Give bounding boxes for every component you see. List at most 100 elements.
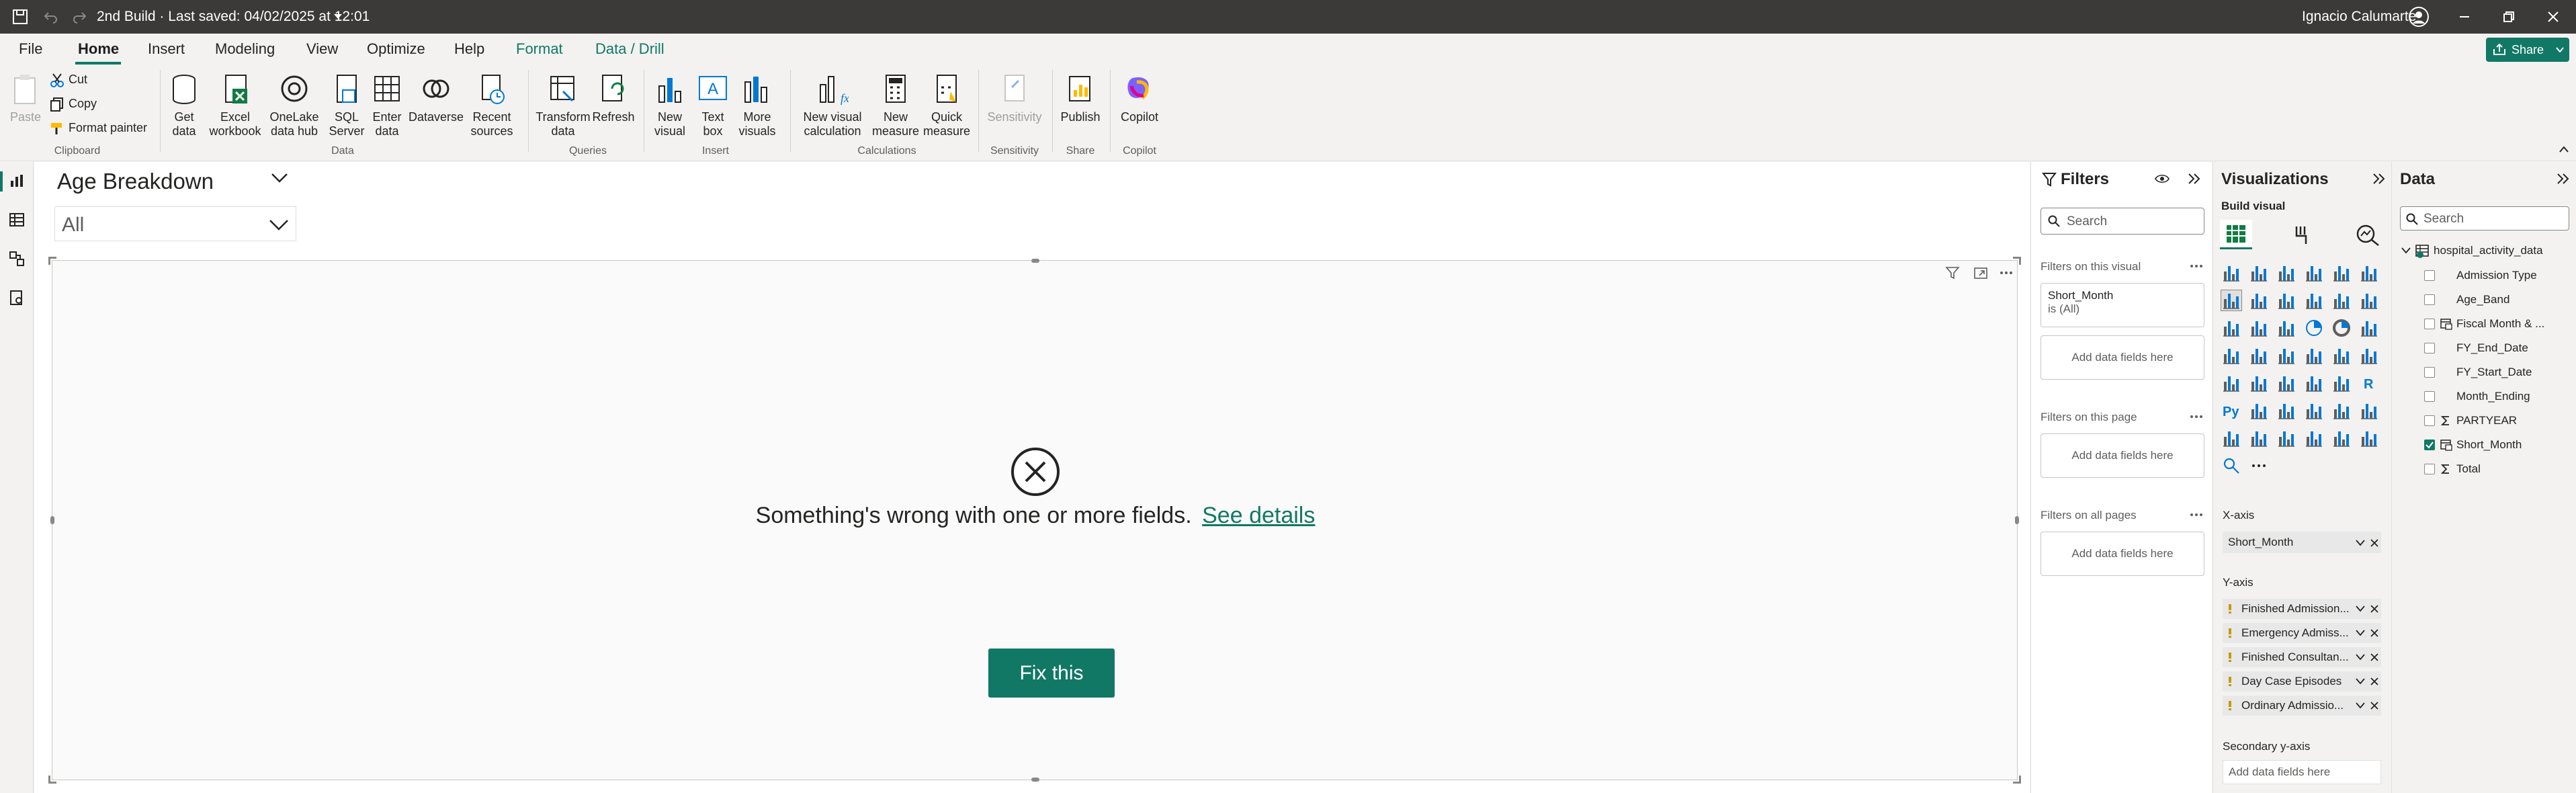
field-item[interactable]: FY_Start_Date	[2424, 364, 2572, 381]
sql-server-button[interactable]: SQL Server	[328, 73, 366, 138]
paste-button[interactable]: Paste	[5, 73, 46, 124]
arcgis-visual-icon[interactable]	[2304, 345, 2324, 366]
100-column-visual-icon[interactable]	[2359, 263, 2379, 283]
donut-visual-icon[interactable]	[2331, 318, 2352, 338]
copy-button[interactable]: Copy	[50, 97, 97, 112]
focus-mode-icon[interactable]	[1973, 265, 1989, 281]
python-visual-icon[interactable]: Py	[2221, 401, 2241, 421]
funnel-visual-icon[interactable]	[2249, 318, 2269, 338]
gauge-visual-icon[interactable]	[2331, 345, 2352, 366]
remove-field-icon[interactable]	[2370, 702, 2378, 710]
field-checkbox[interactable]	[2424, 343, 2435, 353]
field-checkbox[interactable]	[2424, 367, 2435, 378]
clustered-column-visual-icon[interactable]	[2304, 263, 2324, 283]
more-visual-icon[interactable]	[2249, 456, 2269, 476]
azure-map-visual-icon[interactable]	[2276, 345, 2296, 366]
minimize-icon[interactable]	[2458, 10, 2471, 24]
filter-card-short-month[interactable]: Short_Month is (All)	[2041, 283, 2204, 327]
redo-icon[interactable]	[71, 9, 87, 25]
line-stacked-column-visual-icon[interactable]	[2304, 290, 2324, 310]
line-visual-icon[interactable]	[2221, 290, 2242, 311]
stacked-area-visual-icon[interactable]	[2276, 290, 2296, 310]
chart-visual-container[interactable]: Something's wrong with one or more field…	[48, 257, 2021, 784]
chevron-down-icon[interactable]	[2356, 540, 2365, 546]
field-item[interactable]: FY_End_Date	[2424, 339, 2572, 357]
dataverse-button[interactable]: Dataverse	[407, 73, 465, 124]
fix-this-button[interactable]: Fix this	[988, 649, 1115, 698]
y-axis-field-well[interactable]: Finished Consultan...	[2223, 647, 2381, 667]
format-visual-icon[interactable]	[2290, 224, 2313, 247]
map-visual-icon[interactable]	[2221, 345, 2241, 366]
field-checkbox[interactable]	[2424, 319, 2435, 329]
pie-visual-icon[interactable]	[2304, 318, 2324, 338]
avatar-icon[interactable]	[2408, 6, 2430, 28]
resize-handle[interactable]	[1031, 778, 1039, 782]
restore-icon[interactable]	[2502, 10, 2516, 24]
more-visuals-button[interactable]: More visuals	[735, 73, 779, 138]
chevron-down-icon[interactable]	[2356, 654, 2365, 661]
field-checkbox[interactable]	[2424, 391, 2435, 402]
card-visual-icon[interactable]	[2359, 345, 2379, 366]
report-canvas[interactable]: Age Breakdown All Something's wrong with…	[34, 162, 2030, 793]
excel-workbook-button[interactable]: Excel workbook	[208, 73, 262, 138]
key-influencers-visual-icon[interactable]	[2249, 401, 2269, 421]
resize-handle[interactable]	[48, 776, 56, 784]
menu-view[interactable]: View	[306, 40, 338, 58]
undo-icon[interactable]	[43, 9, 59, 25]
filter-icon[interactable]	[1944, 265, 1961, 281]
add-fields-all-pages[interactable]: Add data fields here	[2041, 532, 2204, 576]
diamond-visual-icon[interactable]	[2331, 428, 2352, 448]
menu-data-drill[interactable]: Data / Drill	[595, 40, 664, 58]
model-view-icon[interactable]	[9, 251, 25, 267]
trophy-visual-icon[interactable]	[2304, 428, 2324, 448]
menu-file[interactable]: File	[19, 40, 42, 58]
document-title[interactable]: 2nd Build · Last saved: 04/02/2025 at 12…	[97, 9, 370, 25]
y-axis-field-well[interactable]: Finished Admission...	[2223, 599, 2381, 619]
field-item[interactable]: PARTYEAR	[2424, 412, 2572, 429]
save-icon[interactable]	[12, 9, 28, 25]
field-item[interactable]: Admission Type	[2424, 267, 2572, 284]
more-options-icon[interactable]	[1998, 265, 2014, 281]
remove-field-icon[interactable]	[2370, 539, 2378, 547]
collapse-ribbon-icon[interactable]	[2559, 145, 2569, 153]
sensitivity-button[interactable]: Sensitivity	[982, 73, 1047, 124]
clustered-bar-visual-icon[interactable]	[2276, 263, 2296, 283]
x-axis-field-well[interactable]: Short_Month	[2223, 532, 2381, 553]
field-checkbox[interactable]	[2424, 415, 2435, 426]
menu-optimize[interactable]: Optimize	[367, 40, 425, 58]
refresh-button[interactable]: Refresh	[590, 73, 637, 124]
power-automate-visual-icon[interactable]	[2249, 428, 2269, 448]
field-item[interactable]: Month_Ending	[2424, 388, 2572, 405]
field-checkbox[interactable]	[2424, 270, 2435, 281]
secondary-y-add-fields[interactable]: Add data fields here	[2223, 760, 2381, 784]
cut-button[interactable]: Cut	[50, 73, 87, 87]
ribbon-visual-icon[interactable]	[2359, 290, 2379, 310]
field-item[interactable]: Short_Month	[2424, 436, 2572, 454]
field-item[interactable]: Total	[2424, 460, 2572, 478]
remove-field-icon[interactable]	[2370, 677, 2378, 685]
slicer-dropdown[interactable]: All	[54, 206, 296, 241]
collapse-pane-icon[interactable]	[2556, 173, 2571, 185]
matrix-visual-icon[interactable]	[2331, 373, 2352, 393]
text-box-button[interactable]: A Text box	[692, 73, 734, 138]
metrics-visual-icon[interactable]	[2276, 428, 2296, 448]
analytics-icon[interactable]	[2356, 224, 2381, 247]
collapse-pane-icon[interactable]	[2372, 173, 2387, 185]
smart-narrative-visual-icon[interactable]	[2331, 401, 2352, 421]
chevron-down-icon[interactable]	[2356, 678, 2365, 685]
field-item[interactable]: Age_Band	[2424, 291, 2572, 308]
area-visual-icon[interactable]	[2249, 290, 2269, 310]
format-painter-button[interactable]: Format painter	[50, 121, 147, 135]
search-visual-icon[interactable]	[2221, 456, 2241, 476]
eye-icon[interactable]	[2155, 173, 2170, 185]
transform-data-button[interactable]: Transform data	[533, 73, 593, 138]
more-options-icon[interactable]	[2190, 513, 2203, 517]
y-axis-field-well[interactable]: Emergency Admiss...	[2223, 623, 2381, 643]
field-checkbox[interactable]	[2424, 440, 2435, 450]
chevron-down-icon[interactable]	[271, 173, 288, 183]
add-fields-visual[interactable]: Add data fields here	[2041, 335, 2204, 380]
report-view-icon[interactable]	[9, 173, 25, 189]
menu-format[interactable]: Format	[516, 40, 563, 58]
onelake-button[interactable]: OneLake data hub	[265, 73, 324, 138]
scatter-visual-icon[interactable]	[2276, 318, 2296, 338]
